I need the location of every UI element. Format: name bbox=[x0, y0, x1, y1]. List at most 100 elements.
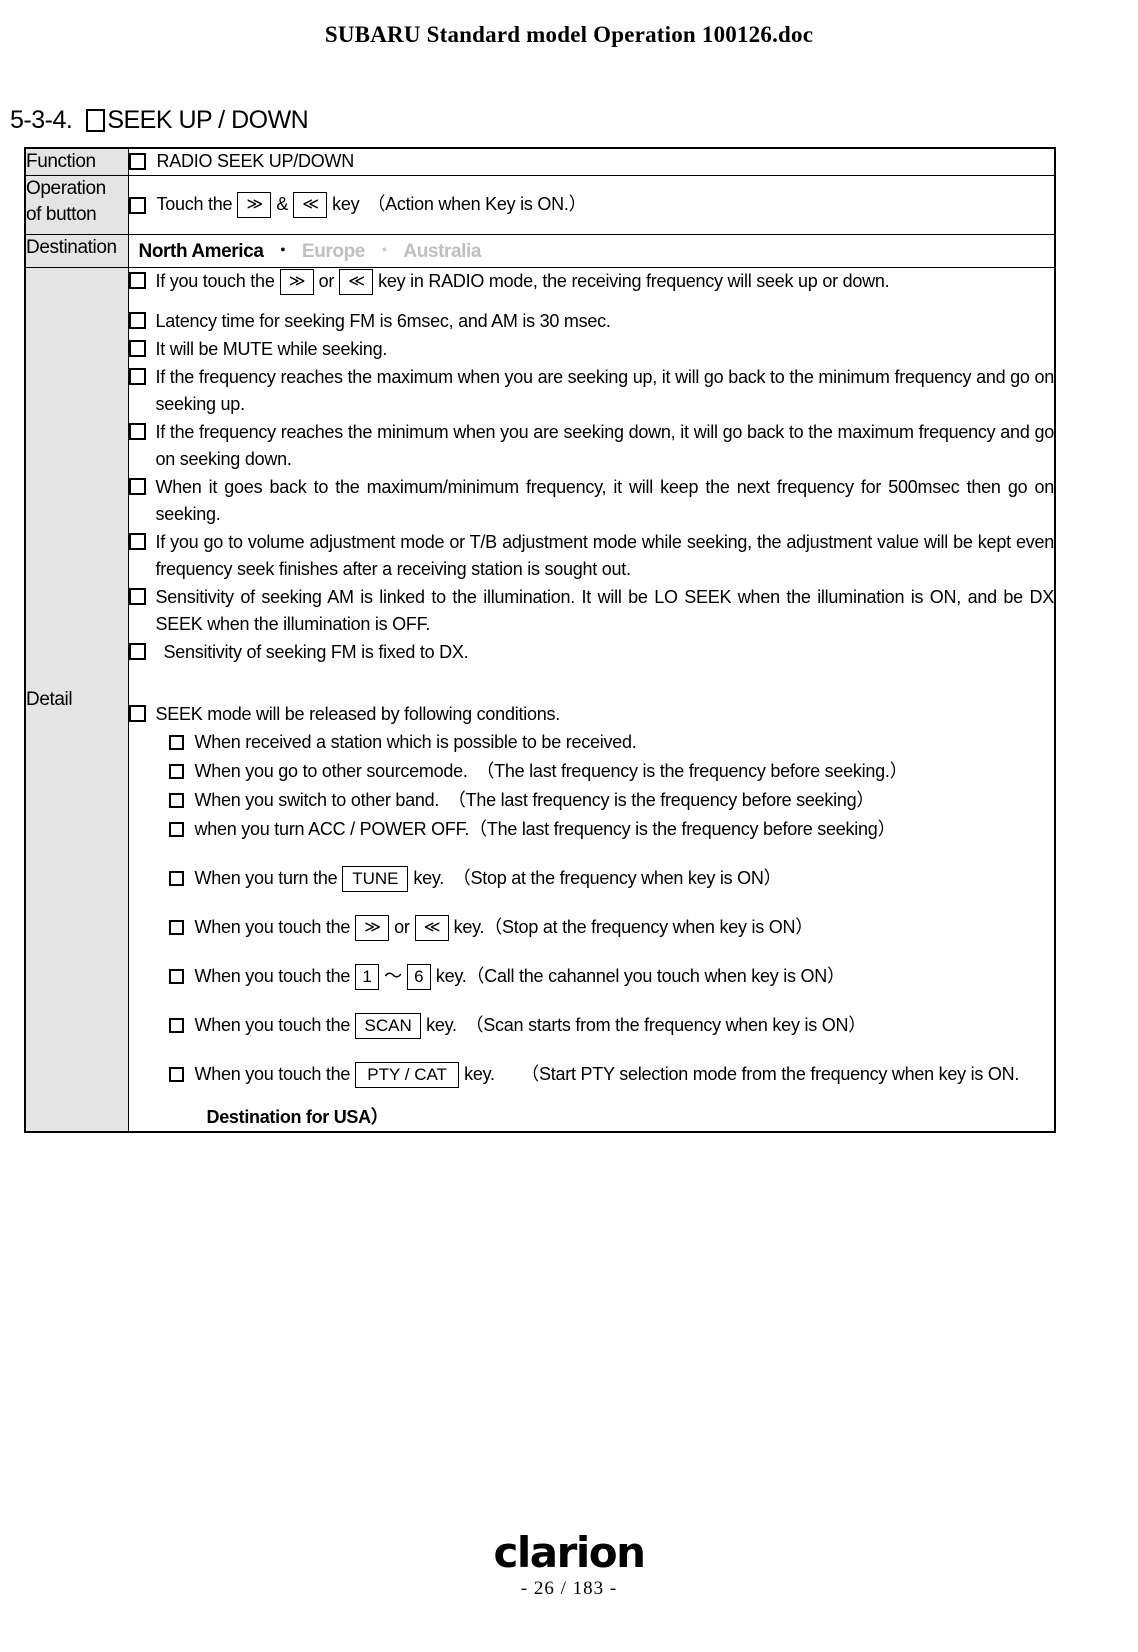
key-preset-1-button[interactable]: 1 bbox=[355, 963, 380, 990]
condition-checkbox-icon bbox=[168, 1018, 184, 1034]
key-tune-button[interactable]: TUNE bbox=[342, 865, 409, 892]
detail-checkbox-icon bbox=[128, 368, 146, 386]
detail-checkbox-icon bbox=[128, 272, 146, 290]
detail-checkbox-icon bbox=[128, 423, 146, 441]
release-condition-text: when you turn ACC / POWER OFF.（The last … bbox=[194, 819, 896, 840]
detail-item-after: key in RADIO mode, the receiving frequen… bbox=[378, 271, 890, 292]
row-label-operation-line1: Operation bbox=[26, 178, 106, 200]
detail-item-seek-keys: If you touch the ≫ or ≪ key in RADIO mod… bbox=[128, 268, 1055, 295]
table-row-detail: Detail If you touch the ≫ or ≪ key in RA… bbox=[24, 267, 1056, 1133]
page-footer: clarion - 26 / 183 - bbox=[0, 1532, 1138, 1600]
key-condition-seek: When you touch the ≫ or ≪ key.（Stop at t… bbox=[168, 914, 1055, 941]
row-label-destination: Destination bbox=[24, 234, 129, 269]
table-row-destination: Destination North America ・ Europe ・ Aus… bbox=[24, 234, 1056, 269]
destination-separator-1: ・ bbox=[275, 242, 291, 260]
detail-item-am-sensitivity: Sensitivity of seeking AM is linked to t… bbox=[128, 584, 1055, 638]
document-page: SUBARU Standard model Operation 100126.d… bbox=[0, 0, 1138, 1652]
condition-checkbox-icon bbox=[168, 735, 184, 751]
detail-item-text: Sensitivity of seeking AM is linked to t… bbox=[155, 587, 1055, 635]
key-seek-up-button[interactable]: ≫ bbox=[279, 268, 314, 295]
destination-separator-2: ・ bbox=[376, 242, 392, 260]
row-value-function: RADIO SEEK UP/DOWN bbox=[127, 147, 1056, 177]
condition-checkbox-icon bbox=[168, 822, 184, 838]
condition-checkbox-icon bbox=[168, 764, 184, 780]
condition-checkbox-icon bbox=[168, 1067, 184, 1083]
detail-item-hold-500msec: When it goes back to the maximum/minimum… bbox=[128, 474, 1054, 528]
release-condition-item: When you switch to other band. （The last… bbox=[168, 787, 1055, 814]
detail-item-before: If you touch the bbox=[155, 271, 275, 292]
key-preset-6-button[interactable]: 6 bbox=[406, 963, 431, 990]
release-condition-item: When received a station which is possibl… bbox=[168, 729, 1055, 756]
detail-checkbox-icon bbox=[128, 705, 146, 723]
spec-table: Function RADIO SEEK UP/DOWN Operation of… bbox=[24, 147, 1056, 1134]
detail-item-text: If the frequency reaches the minimum whe… bbox=[155, 422, 1055, 470]
condition-checkbox-icon bbox=[168, 969, 184, 985]
key-condition-before: When you touch the bbox=[194, 1015, 351, 1036]
table-row-function: Function RADIO SEEK UP/DOWN bbox=[24, 147, 1056, 177]
key-condition-joiner: or bbox=[394, 917, 410, 938]
detail-item-volume-adjust: If you go to volume adjustment mode or T… bbox=[128, 529, 1055, 583]
operation-prefix: Touch the bbox=[156, 194, 233, 215]
section-title-text: SEEK UP / DOWN bbox=[107, 106, 309, 134]
detail-item-text: Latency time for seeking FM is 6msec, an… bbox=[155, 311, 611, 332]
detail-item-text: It will be MUTE while seeking. bbox=[155, 339, 388, 360]
key-seek-up-button[interactable]: ≫ bbox=[355, 914, 390, 941]
detail-item-text: If you touch the ≫ or ≪ key in RADIO mod… bbox=[156, 268, 1055, 295]
operation-suffix: key bbox=[332, 194, 360, 215]
key-condition-before: When you turn the bbox=[194, 868, 338, 889]
final-note-text: Destination for USA） bbox=[206, 1107, 389, 1128]
detail-item-fm-sensitivity: Sensitivity of seeking FM is fixed to DX… bbox=[128, 639, 1055, 666]
key-seek-down-button[interactable]: ≪ bbox=[293, 192, 328, 219]
destination-option-australia[interactable]: Australia bbox=[403, 241, 481, 262]
operation-checkbox-icon bbox=[128, 196, 146, 214]
destination-option-north-america[interactable]: North America bbox=[139, 241, 264, 262]
detail-checkbox-icon bbox=[128, 533, 146, 551]
release-condition-item: When you go to other sourcemode. （The la… bbox=[168, 758, 1055, 785]
release-condition-text: When you go to other sourcemode. （The la… bbox=[194, 761, 908, 782]
row-label-operation-line2: of button bbox=[26, 204, 97, 226]
destination-option-europe[interactable]: Europe bbox=[302, 241, 365, 262]
condition-checkbox-icon bbox=[168, 920, 184, 936]
row-value-operation: Touch the ≫ & ≪ key （Action when Key is … bbox=[127, 175, 1056, 236]
detail-item-text: If you go to volume adjustment mode or T… bbox=[155, 532, 1055, 580]
page-number: - 26 / 183 - bbox=[520, 1578, 618, 1599]
row-label-detail: Detail bbox=[24, 267, 129, 1133]
key-pty-cat-button[interactable]: PTY / CAT bbox=[355, 1061, 460, 1088]
key-condition-after: key. （Scan starts from the frequency whe… bbox=[426, 1015, 866, 1036]
key-scan-button[interactable]: SCAN bbox=[355, 1012, 422, 1039]
release-conditions-list: When received a station which is possibl… bbox=[168, 729, 1055, 1131]
condition-checkbox-icon bbox=[168, 871, 184, 887]
section-checkbox-icon bbox=[86, 109, 106, 132]
document-title: SUBARU Standard model Operation 100126.d… bbox=[324, 22, 814, 47]
release-condition-item: when you turn ACC / POWER OFF.（The last … bbox=[168, 816, 1055, 843]
detail-checkbox-icon bbox=[128, 588, 146, 606]
detail-checkbox-icon bbox=[128, 340, 146, 358]
key-seek-down-button[interactable]: ≪ bbox=[339, 268, 374, 295]
detail-checkbox-icon bbox=[128, 478, 146, 496]
key-condition-after: key.（Call the cahannel you touch when ke… bbox=[435, 966, 845, 987]
condition-checkbox-icon bbox=[168, 793, 184, 809]
row-value-detail: If you touch the ≫ or ≪ key in RADIO mod… bbox=[127, 267, 1056, 1133]
operation-conjunction: & bbox=[276, 194, 289, 215]
key-seek-up-button[interactable]: ≫ bbox=[237, 192, 272, 219]
section-number: 5-3-4. bbox=[10, 106, 73, 134]
detail-item-text: If the frequency reaches the maximum whe… bbox=[155, 367, 1055, 415]
key-seek-down-button[interactable]: ≪ bbox=[414, 914, 449, 941]
key-condition-joiner: ～ bbox=[384, 966, 402, 987]
detail-item-middle: or bbox=[318, 271, 335, 292]
table-row-operation: Operation of button Touch the ≫ & ≪ key … bbox=[24, 175, 1056, 236]
function-checkbox-icon bbox=[128, 153, 146, 171]
detail-item-wrap-up: If the frequency reaches the maximum whe… bbox=[128, 364, 1055, 418]
final-note-wrapper: Destination for USA） bbox=[207, 1104, 1055, 1131]
key-condition-after: key.（Stop at the frequency when key is O… bbox=[453, 917, 814, 938]
clarion-logo: clarion bbox=[493, 1528, 647, 1577]
row-label-function: Function bbox=[24, 147, 129, 177]
key-condition-after: key. （Stop at the frequency when key is … bbox=[413, 868, 782, 889]
release-condition-text: When received a station which is possibl… bbox=[194, 732, 637, 753]
detail-item-wrap-down: If the frequency reaches the minimum whe… bbox=[128, 419, 1055, 473]
detail-checkbox-icon bbox=[128, 312, 146, 330]
detail-checkbox-icon bbox=[128, 643, 146, 661]
key-condition-pty-cat: When you touch the PTY / CAT key. （Start… bbox=[168, 1061, 1055, 1088]
